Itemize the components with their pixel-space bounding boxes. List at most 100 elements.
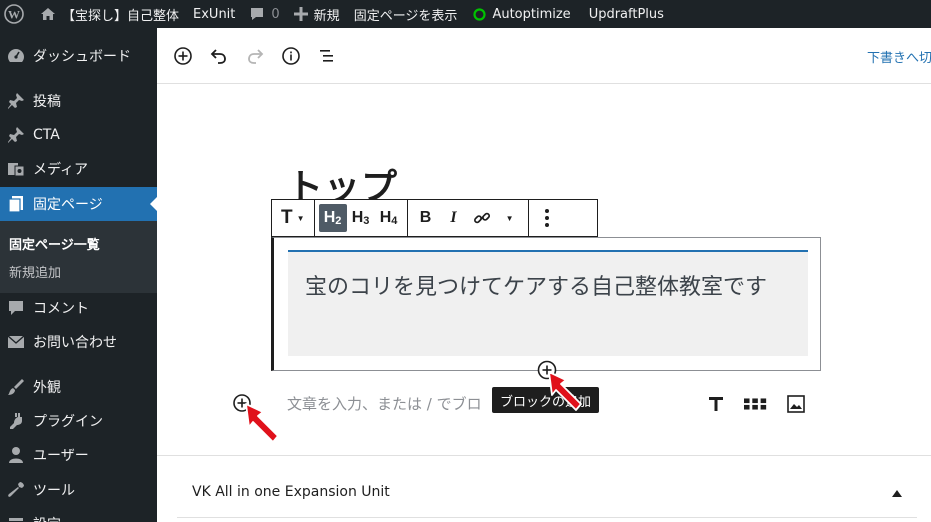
pin-icon [6, 125, 26, 145]
updraftplus-label: UpdraftPlus [588, 6, 664, 22]
heading-3-button[interactable]: H3 [347, 204, 375, 232]
exunit-link[interactable]: ExUnit [185, 0, 241, 28]
annotation-arrow-icon [244, 402, 282, 450]
view-page-link[interactable]: 固定ページを表示 [346, 0, 464, 28]
sidebar-item-appearance[interactable]: 外観 [0, 370, 157, 404]
bold-button[interactable]: B [412, 204, 440, 232]
sidebar-item-tools[interactable]: ツール [0, 473, 157, 507]
sidebar-item-pages[interactable]: 固定ページ [0, 187, 157, 221]
more-formats-button[interactable]: ▼ [496, 204, 524, 232]
heading-level-group: H2 H3 H4 [315, 200, 408, 236]
add-image-button[interactable] [784, 392, 808, 416]
new-content-link[interactable]: 新規 [286, 0, 346, 28]
undo-icon [210, 49, 226, 64]
svg-text:W: W [8, 8, 20, 22]
sidebar-item-users[interactable]: ユーザー [0, 438, 157, 472]
sidebar-item-posts[interactable]: 投稿 [0, 84, 157, 118]
info-icon [282, 47, 300, 65]
pages-submenu: 固定ページ一覧 新規追加 [0, 221, 157, 293]
metabox-title[interactable]: VK All in one Expansion Unit [192, 484, 390, 500]
annotation-arrow-icon [547, 370, 585, 418]
settings-icon [6, 514, 26, 522]
home-icon [40, 6, 56, 22]
site-name: 【宝探し】自己整体 [62, 8, 180, 24]
add-circle-icon [174, 47, 192, 65]
selected-group-block[interactable]: 宝のコリを見つけてケアする自己整体教室です [271, 237, 821, 371]
gallery-dots-icon [744, 398, 767, 410]
heading-2-button[interactable]: H2 [318, 204, 347, 232]
sidebar-item-contact[interactable]: お問い合わせ [0, 325, 157, 359]
comment-icon [6, 298, 26, 318]
paragraph-transform-button[interactable]: T ▼ [276, 204, 310, 232]
sidebar-item-settings[interactable]: 設定 [0, 507, 157, 522]
undo-button[interactable] [207, 44, 231, 68]
italic-button[interactable]: I [440, 204, 468, 232]
pin-icon [6, 91, 26, 111]
h2-letter: H [323, 209, 336, 226]
details-button[interactable] [279, 44, 303, 68]
heading-block[interactable]: 宝のコリを見つけてケアする自己整体教室です [288, 250, 808, 356]
options-group [529, 200, 565, 236]
sidebar-label-dashboard: ダッシュボード [33, 49, 131, 65]
mail-icon [6, 332, 26, 352]
autoptimize-label: Autoptimize [492, 6, 571, 22]
sidebar-label-comments: コメント [33, 301, 89, 317]
caret-up-icon [892, 490, 902, 497]
site-name-link[interactable]: 【宝探し】自己整体 [30, 0, 185, 28]
add-block-button[interactable] [171, 44, 195, 68]
heading-4-button[interactable]: H4 [375, 204, 403, 232]
h4-level: 4 [391, 215, 398, 227]
view-page-label: 固定ページを表示 [353, 8, 458, 24]
sidebar-item-plugins[interactable]: プラグイン [0, 404, 157, 438]
page-icon [6, 194, 26, 214]
block-toolbar: T ▼ H2 H3 H4 B I ▼ [271, 199, 598, 237]
plus-icon [293, 7, 308, 21]
redo-button[interactable] [243, 44, 267, 68]
sidebar-item-cta[interactable]: CTA [0, 118, 157, 152]
sidebar-label-tools: ツール [33, 483, 75, 499]
link-button[interactable] [468, 204, 496, 232]
sidebar-label-settings: 設定 [33, 514, 61, 522]
admin-sidebar: ダッシュボード 投稿 CTA メディア 固定ページ 固定ページ一覧 新規追加 コ… [0, 28, 157, 522]
default-block-appender[interactable]: 文章を入力、または / でブロ [287, 393, 482, 414]
sidebar-label-users: ユーザー [33, 448, 89, 464]
h4-letter: H [379, 209, 392, 226]
dashboard-icon [6, 46, 26, 66]
caret-down-icon: ▼ [296, 213, 305, 223]
format-group: B I ▼ [408, 200, 529, 236]
h2-level: 2 [335, 215, 342, 227]
link-icon [473, 212, 490, 224]
comment-bubble-icon [249, 6, 265, 22]
h3-letter: H [351, 209, 364, 226]
add-heading-button[interactable] [704, 392, 728, 416]
heading-text[interactable]: 宝のコリを見つけてケアする自己整体教室です [305, 269, 795, 307]
sidebar-label-appearance: 外観 [33, 380, 61, 396]
submenu-add-new[interactable]: 新規追加 [9, 262, 61, 281]
list-view-button[interactable] [315, 44, 339, 68]
sidebar-label-contact: お問い合わせ [33, 335, 117, 351]
block-options-button[interactable] [533, 204, 561, 232]
plugin-icon [6, 411, 26, 431]
autoptimize-link[interactable]: Autoptimize [463, 0, 576, 28]
comments-link[interactable]: 0 [241, 0, 285, 28]
add-gallery-button[interactable] [744, 392, 768, 416]
updraftplus-link[interactable]: UpdraftPlus [577, 0, 670, 28]
submenu-all-pages[interactable]: 固定ページ一覧 [9, 234, 100, 253]
sidebar-item-comments[interactable]: コメント [0, 291, 157, 325]
status-circle-icon [473, 7, 487, 21]
save-draft-button[interactable]: 下書きへ切 [867, 47, 931, 66]
metabox-toggle-button[interactable] [892, 486, 902, 501]
sidebar-item-media[interactable]: メディア [0, 152, 157, 186]
exunit-metabox: VK All in one Expansion Unit [157, 455, 931, 522]
sidebar-item-dashboard[interactable]: ダッシュボード [0, 39, 157, 73]
wordpress-logo-icon[interactable]: W [0, 0, 30, 28]
caret-down-icon: ▼ [505, 213, 514, 223]
block-type-group: T ▼ [272, 200, 315, 236]
exunit-label: ExUnit [193, 6, 236, 22]
user-icon [6, 445, 26, 465]
list-view-icon [320, 50, 333, 62]
admin-bar: W 【宝探し】自己整体 ExUnit 0 新規 固定ページを表示 Autopti… [0, 0, 931, 28]
wrench-icon [6, 480, 26, 500]
image-icon [787, 395, 805, 413]
brush-icon [6, 377, 26, 397]
